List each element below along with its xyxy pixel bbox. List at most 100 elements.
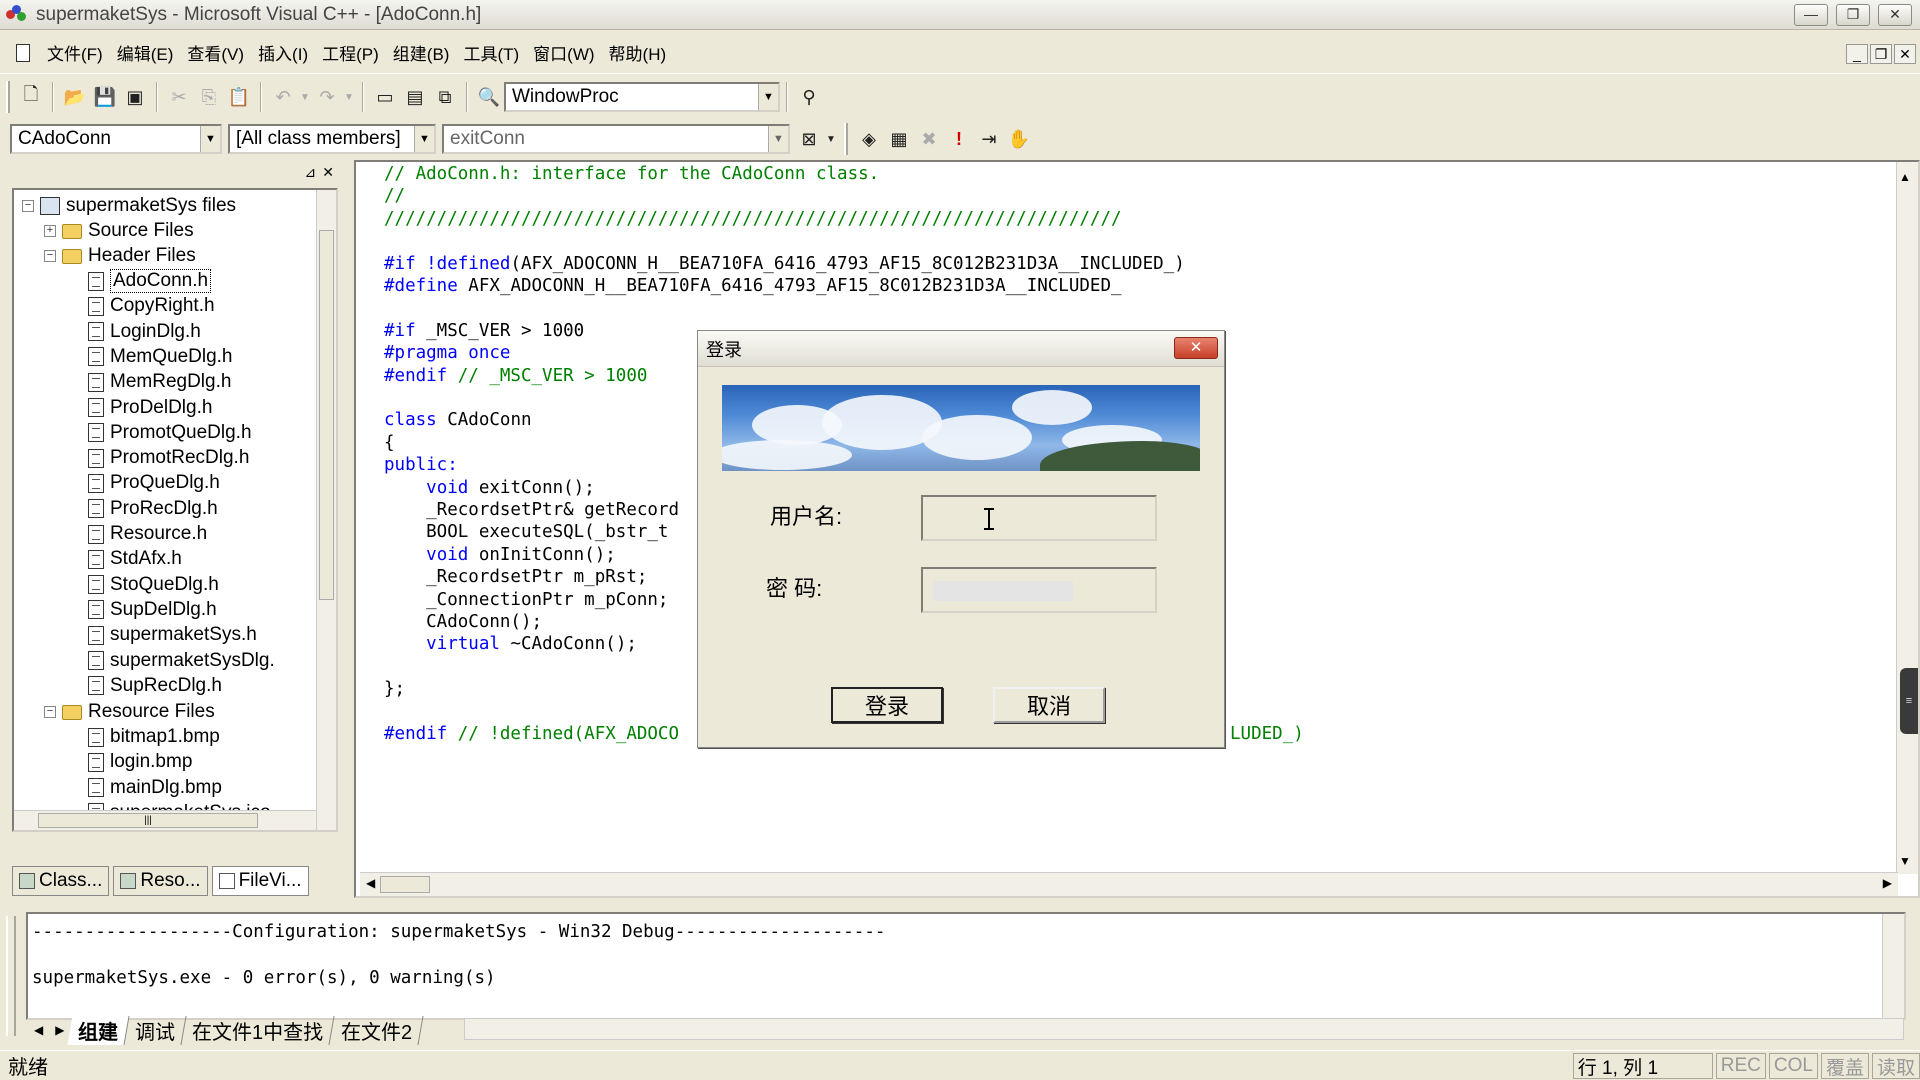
tab-build[interactable]: 组建 — [67, 1015, 131, 1045]
tree-root[interactable]: − supermaketSys files — [22, 194, 236, 218]
tree-file-item[interactable]: CopyRight.h — [88, 294, 215, 318]
collapse-icon[interactable]: − — [22, 200, 34, 212]
mdi-minimize-button[interactable]: _ — [1846, 44, 1868, 64]
menu-insert[interactable]: 插入(I) — [251, 40, 315, 65]
document-icon[interactable] — [16, 43, 30, 62]
menu-project[interactable]: 工程(P) — [315, 40, 386, 65]
tab-scroll-right-icon[interactable]: ▶ — [49, 1023, 70, 1037]
stop-build-icon[interactable]: ✖ — [914, 124, 944, 154]
menu-build[interactable]: 组建(B) — [386, 40, 457, 65]
cancel-button[interactable]: 取消 — [993, 687, 1105, 723]
tab-fileview[interactable]: FileVi... — [211, 866, 309, 896]
open-folder-icon[interactable]: 📂 — [60, 82, 90, 112]
menu-help[interactable]: 帮助(H) — [602, 40, 674, 65]
output-text[interactable]: -------------------Configuration: superm… — [26, 912, 1906, 1020]
tab-find-in-files-1[interactable]: 在文件1中查找 — [181, 1015, 336, 1045]
breakpoint-hand-icon[interactable]: ✋ — [1004, 124, 1034, 154]
minimize-button[interactable]: — — [1794, 4, 1828, 26]
class-combo[interactable]: CAdoConn ▼ — [10, 124, 222, 154]
filter-combo[interactable]: [All class members] ▼ — [228, 124, 436, 154]
redo-icon[interactable]: ↷ — [312, 82, 342, 112]
save-icon[interactable]: 💾 — [90, 82, 120, 112]
close-button[interactable]: ✕ — [1878, 4, 1912, 26]
undo-icon[interactable]: ↶ — [268, 82, 298, 112]
redo-dropdown-icon[interactable]: ▼ — [342, 82, 356, 112]
tree-file-item[interactable]: SupRecDlg.h — [88, 674, 222, 698]
tree-folder-header[interactable]: − Header Files — [44, 244, 196, 268]
tree-file-item[interactable]: SupDelDlg.h — [88, 598, 217, 622]
password-field[interactable] — [921, 567, 1157, 613]
username-field[interactable] — [921, 495, 1157, 541]
undo-dropdown-icon[interactable]: ▼ — [298, 82, 312, 112]
member-combo[interactable]: exitConn ▼ — [442, 124, 790, 154]
menu-file[interactable]: 文件(F) — [40, 40, 110, 65]
collapse-icon[interactable]: − — [44, 706, 56, 718]
tree-file-item[interactable]: ProDelDlg.h — [88, 396, 212, 420]
find-in-files-icon[interactable]: 🔍 — [474, 82, 504, 112]
tree-file-item[interactable]: login.bmp — [88, 750, 192, 774]
tab-classview[interactable]: Class... — [12, 866, 110, 896]
scroll-left-icon[interactable]: ◀ — [366, 876, 375, 890]
tree-horizontal-scrollbar[interactable]: ||| — [14, 810, 316, 830]
tree-file-item[interactable]: bitmap1.bmp — [88, 725, 220, 749]
maximize-button[interactable]: ❐ — [1836, 4, 1870, 26]
scroll-down-icon[interactable]: ▼ — [1899, 854, 1911, 868]
tree-vertical-scrollbar[interactable] — [316, 190, 336, 830]
copy-icon[interactable]: ⎘ — [194, 82, 224, 112]
tree-file-item[interactable]: StoQueDlg.h — [88, 573, 219, 597]
tree-folder-resource[interactable]: − Resource Files — [44, 700, 215, 724]
dialog-title-bar[interactable]: 登录 — [698, 331, 1224, 367]
tree-file-item[interactable]: PromotRecDlg.h — [88, 446, 249, 470]
tree-file-item[interactable]: MemQueDlg.h — [88, 345, 233, 369]
tab-find-in-files-2[interactable]: 在文件2 — [330, 1015, 424, 1045]
workspace-icon[interactable]: ▭ — [370, 82, 400, 112]
wizard-dropdown-icon[interactable]: ▼ — [824, 124, 838, 154]
tree-file-item[interactable]: PromotQueDlg.h — [88, 421, 252, 445]
mdi-close-button[interactable]: ✕ — [1894, 44, 1916, 64]
chevron-down-icon[interactable]: ▼ — [200, 126, 220, 152]
editor-horizontal-scrollbar[interactable]: ◀ ▶ — [360, 872, 1898, 896]
cut-icon[interactable]: ✂ — [164, 82, 194, 112]
execute-icon[interactable]: ! — [944, 124, 974, 154]
dock-toggle-icon[interactable]: ⊿ — [305, 164, 317, 181]
toolbar-grip[interactable] — [844, 123, 848, 155]
tree-file-item[interactable]: supermaketSysDlg. — [88, 649, 275, 673]
tree-file-item[interactable]: MemRegDlg.h — [88, 370, 231, 394]
login-button[interactable]: 登录 — [831, 687, 943, 723]
menu-tools[interactable]: 工具(T) — [456, 40, 526, 65]
expand-icon[interactable]: + — [44, 225, 56, 237]
tree-file-item[interactable]: LoginDlg.h — [88, 320, 201, 344]
tab-resourceview[interactable]: Reso... — [113, 866, 208, 896]
menu-window[interactable]: 窗口(W) — [526, 40, 601, 65]
go-icon[interactable]: ⇥ — [974, 124, 1004, 154]
search-binoculars-icon[interactable]: ⚲ — [794, 82, 824, 112]
tree-file-item[interactable]: ProRecDlg.h — [88, 497, 218, 521]
toolbar-grip[interactable] — [6, 81, 10, 113]
tree-file-item[interactable]: StdAfx.h — [88, 547, 182, 571]
tree-folder-source[interactable]: + Source Files — [44, 219, 194, 243]
tree-file-item[interactable]: AdoConn.h — [88, 269, 212, 293]
find-combo[interactable]: WindowProc ▼ — [504, 82, 780, 112]
panel-close-icon[interactable]: ✕ — [322, 164, 334, 181]
output-vertical-scrollbar[interactable] — [1882, 914, 1904, 1018]
tree-file-item[interactable]: ProQueDlg.h — [88, 471, 220, 495]
menu-view[interactable]: 查看(V) — [180, 40, 251, 65]
tree-file-item[interactable]: mainDlg.bmp — [88, 776, 222, 800]
tree-file-item[interactable]: supermaketSys.h — [88, 623, 257, 647]
wizard-action-icon[interactable]: ⊠ — [794, 124, 824, 154]
collapse-icon[interactable]: − — [44, 250, 56, 262]
save-all-icon[interactable]: ▣ — [120, 82, 150, 112]
paste-icon[interactable]: 📋 — [224, 82, 254, 112]
chevron-down-icon[interactable]: ▼ — [758, 84, 778, 110]
windows-list-icon[interactable]: ⧉ — [430, 82, 460, 112]
editor-vertical-scrollbar[interactable]: ▲ ▼ — [1896, 162, 1918, 874]
tab-scroll-left-icon[interactable]: ◀ — [28, 1023, 49, 1037]
build-icon[interactable]: ▦ — [884, 124, 914, 154]
output-grip[interactable] — [6, 916, 16, 1036]
tab-debug[interactable]: 调试 — [124, 1015, 188, 1045]
compile-icon[interactable]: ◈ — [854, 124, 884, 154]
output-horizontal-scrollbar[interactable] — [464, 1018, 1904, 1040]
scroll-right-icon[interactable]: ▶ — [1883, 876, 1892, 890]
mdi-restore-button[interactable]: ❐ — [1870, 44, 1892, 64]
new-file-icon[interactable]: 🗋 — [16, 82, 46, 112]
